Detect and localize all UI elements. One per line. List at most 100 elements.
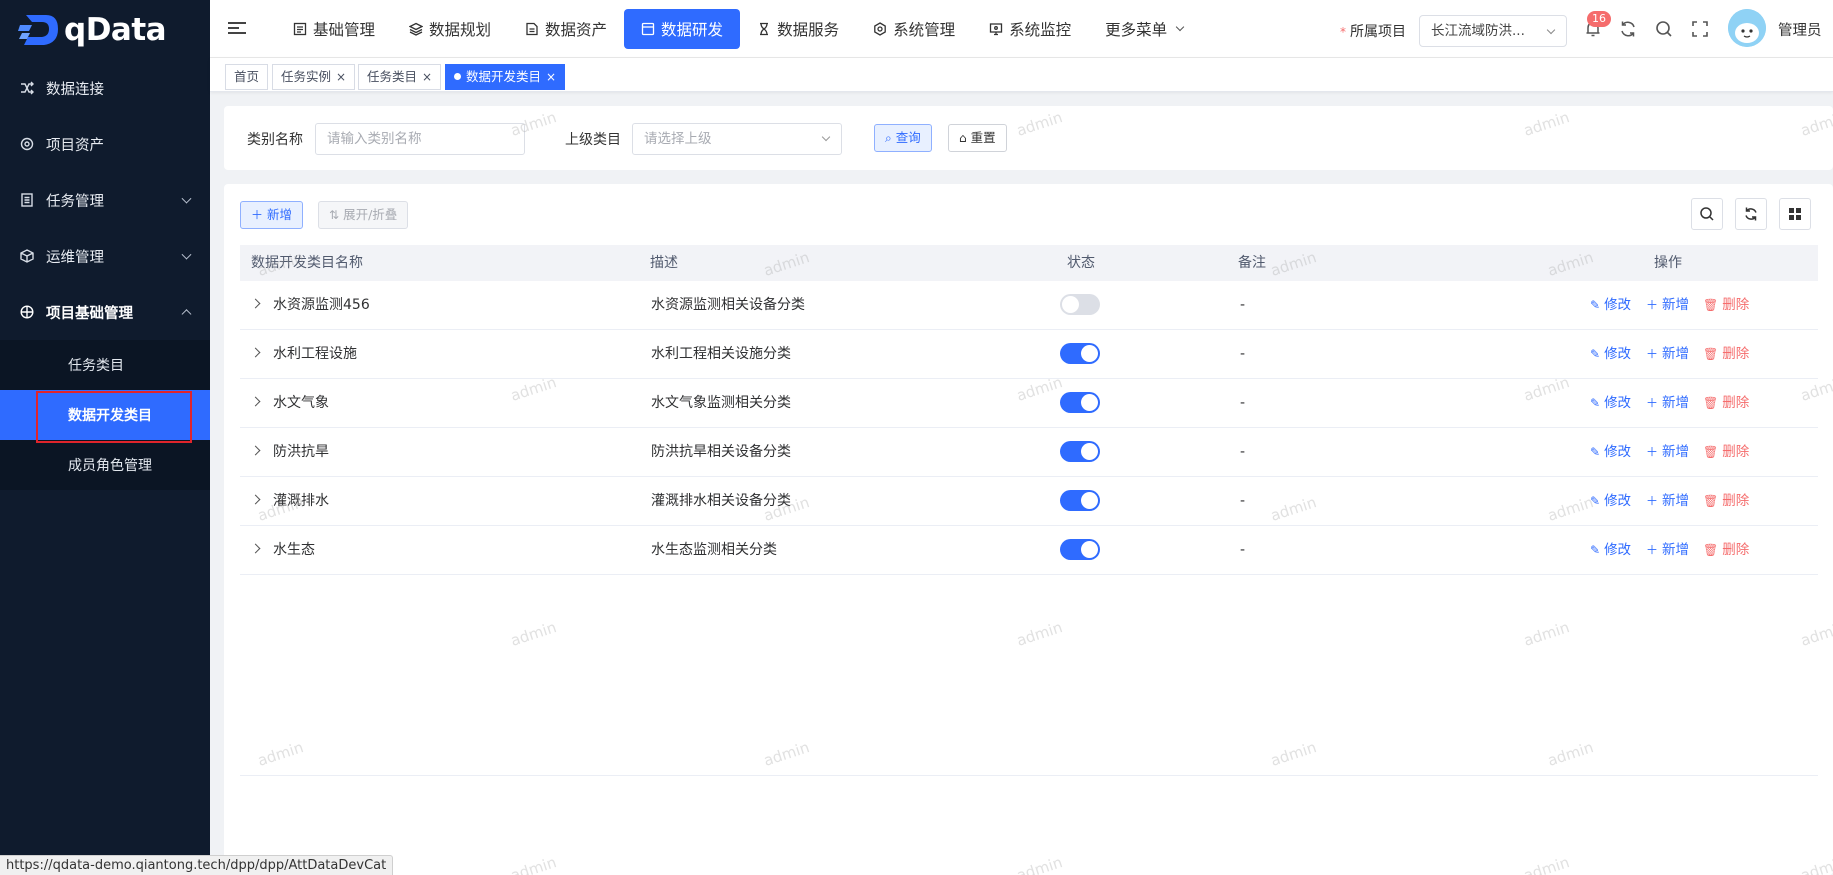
- status-switch[interactable]: [1060, 294, 1100, 315]
- sidebar-item-data-connection[interactable]: 数据连接: [0, 60, 210, 116]
- avatar[interactable]: [1728, 9, 1766, 47]
- tag-dev-category[interactable]: 数据开发类目 ×: [445, 64, 566, 90]
- sidebar-item-project-base-management[interactable]: 项目基础管理: [0, 284, 210, 340]
- reset-button[interactable]: ⌂ 重置: [948, 124, 1007, 152]
- sidebar-item-label: 项目基础管理: [46, 305, 133, 322]
- add-child-label: 新增: [1662, 346, 1690, 362]
- close-icon[interactable]: ×: [546, 70, 556, 84]
- close-icon[interactable]: ×: [422, 70, 432, 84]
- switch-knob: [1081, 492, 1098, 509]
- status-switch[interactable]: [1060, 343, 1100, 364]
- add-child-button[interactable]: ＋新增: [1646, 526, 1689, 574]
- add-child-button[interactable]: ＋新增: [1646, 428, 1689, 476]
- sidebar-item-label: 任务管理: [46, 193, 104, 210]
- edit-button[interactable]: ✎ 修改: [1590, 281, 1631, 329]
- expand-collapse-button[interactable]: ⇅ 展开/折叠: [318, 201, 409, 229]
- nav-item-more-menu[interactable]: 更多菜单: [1088, 9, 1200, 49]
- table-row: 水利工程设施 水利工程相关设施分类 - ✎ 修改 ＋新增 🗑 删除: [240, 330, 1818, 379]
- sidebar-subitem-task-category[interactable]: 任务类目: [0, 340, 210, 390]
- refresh-icon[interactable]: [1618, 19, 1638, 39]
- logo[interactable]: qData: [0, 0, 210, 60]
- tag-task-category[interactable]: 任务类目 ×: [358, 64, 442, 90]
- sidebar-subitem-member-roles[interactable]: 成员角色管理: [0, 440, 210, 490]
- nav-item-data-development[interactable]: 数据研发: [624, 9, 741, 49]
- edit-button[interactable]: ✎ 修改: [1590, 379, 1631, 427]
- status-switch[interactable]: [1060, 539, 1100, 560]
- nav-item-data-service[interactable]: 数据服务: [740, 9, 856, 49]
- query-form: 类别名称 请输入类别名称 上级类目 请选择上级 ⌕ 查询 ⌂ 重置: [224, 106, 1833, 170]
- delete-button[interactable]: 🗑 删除: [1703, 428, 1749, 476]
- category-remark: -: [1240, 444, 1246, 460]
- chevron-right-icon[interactable]: [250, 494, 261, 505]
- chevron-right-icon[interactable]: [250, 396, 261, 407]
- status-switch[interactable]: [1060, 490, 1100, 511]
- status-switch[interactable]: [1060, 441, 1100, 462]
- delete-button[interactable]: 🗑 删除: [1703, 379, 1749, 427]
- close-icon[interactable]: ×: [336, 70, 346, 84]
- category-name-input[interactable]: 请输入类别名称: [315, 123, 525, 155]
- delete-label: 删除: [1722, 444, 1750, 460]
- delete-button[interactable]: 🗑 删除: [1703, 526, 1749, 574]
- category-remark: -: [1240, 542, 1246, 558]
- add-child-button[interactable]: ＋新增: [1646, 379, 1689, 427]
- nav-item-data-assets[interactable]: 数据资产: [508, 9, 624, 49]
- category-name: 水文气象: [273, 395, 329, 411]
- edit-button[interactable]: ✎ 修改: [1590, 477, 1631, 525]
- search-button[interactable]: ⌕ 查询: [874, 124, 932, 152]
- status-switch[interactable]: [1060, 392, 1100, 413]
- edit-button[interactable]: ✎ 修改: [1590, 428, 1631, 476]
- parent-category-select[interactable]: 请选择上级: [632, 123, 842, 155]
- delete-button[interactable]: 🗑 删除: [1703, 330, 1749, 378]
- edit-label: 修改: [1604, 542, 1632, 558]
- plus-icon: ＋: [1646, 396, 1659, 410]
- chevron-right-icon[interactable]: [250, 543, 261, 554]
- user-name[interactable]: 管理员: [1778, 19, 1822, 40]
- add-child-button[interactable]: ＋新增: [1646, 477, 1689, 525]
- add-button[interactable]: ＋新增: [240, 201, 304, 229]
- nav-item-system-management[interactable]: 系统管理: [856, 9, 972, 49]
- nav-item-basic-management[interactable]: 基础管理: [276, 9, 392, 49]
- nav-item-data-planning[interactable]: 数据规划: [392, 9, 508, 49]
- sidebar-subitem-dev-category[interactable]: 数据开发类目: [0, 390, 210, 443]
- table-row: 灌溉排水 灌溉排水相关设备分类 - ✎ 修改 ＋新增 🗑 删除: [240, 477, 1818, 526]
- grid-icon: [1789, 208, 1801, 220]
- category-remark: -: [1240, 395, 1246, 411]
- category-name: 灌溉排水: [273, 493, 329, 509]
- add-child-button[interactable]: ＋新增: [1646, 281, 1689, 329]
- table-refresh-button[interactable]: [1735, 198, 1767, 230]
- tag-label: 首页: [234, 69, 260, 84]
- sidebar-item-project-assets[interactable]: 项目资产: [0, 116, 210, 172]
- table-header: 数据开发类目名称 描述 状态 备注 操作: [240, 245, 1818, 281]
- delete-button[interactable]: 🗑 删除: [1703, 477, 1749, 525]
- trash-icon: 🗑: [1703, 298, 1719, 312]
- chevron-right-icon[interactable]: [250, 298, 261, 309]
- plus-icon: ＋: [1646, 543, 1659, 557]
- tags-view: 首页 任务实例 × 任务类目 × 数据开发类目 ×: [210, 58, 1833, 92]
- tag-task-instance[interactable]: 任务实例 ×: [272, 64, 356, 90]
- search-button-label: 查询: [895, 130, 921, 145]
- table-search-button[interactable]: [1691, 198, 1723, 230]
- category-description: 水生态监测相关分类: [651, 542, 777, 558]
- nav-item-label: 数据规划: [429, 21, 492, 39]
- tag-label: 任务实例: [281, 69, 332, 84]
- tag-home[interactable]: 首页: [225, 64, 269, 90]
- edit-button[interactable]: ✎ 修改: [1590, 526, 1631, 574]
- fullscreen-icon[interactable]: [1690, 19, 1710, 39]
- search-icon[interactable]: [1654, 19, 1674, 39]
- table-columns-button[interactable]: [1779, 198, 1811, 230]
- nav-item-system-monitor[interactable]: 系统监控: [972, 9, 1088, 49]
- edit-label: 修改: [1604, 444, 1632, 460]
- delete-button[interactable]: 🗑 删除: [1703, 281, 1749, 329]
- chevron-right-icon[interactable]: [250, 445, 261, 456]
- category-description: 水文气象监测相关分类: [651, 395, 791, 411]
- chevron-right-icon[interactable]: [250, 347, 261, 358]
- monitor-icon: [989, 22, 1003, 36]
- list-icon: [20, 193, 34, 207]
- sidebar-item-task-management[interactable]: 任务管理: [0, 172, 210, 228]
- sidebar-item-ops-management[interactable]: 运维管理: [0, 228, 210, 284]
- project-select[interactable]: 长江流域防洪...: [1419, 15, 1567, 47]
- hamburger-icon[interactable]: [228, 22, 246, 36]
- edit-button[interactable]: ✎ 修改: [1590, 330, 1631, 378]
- delete-label: 删除: [1722, 395, 1750, 411]
- add-child-button[interactable]: ＋新增: [1646, 330, 1689, 378]
